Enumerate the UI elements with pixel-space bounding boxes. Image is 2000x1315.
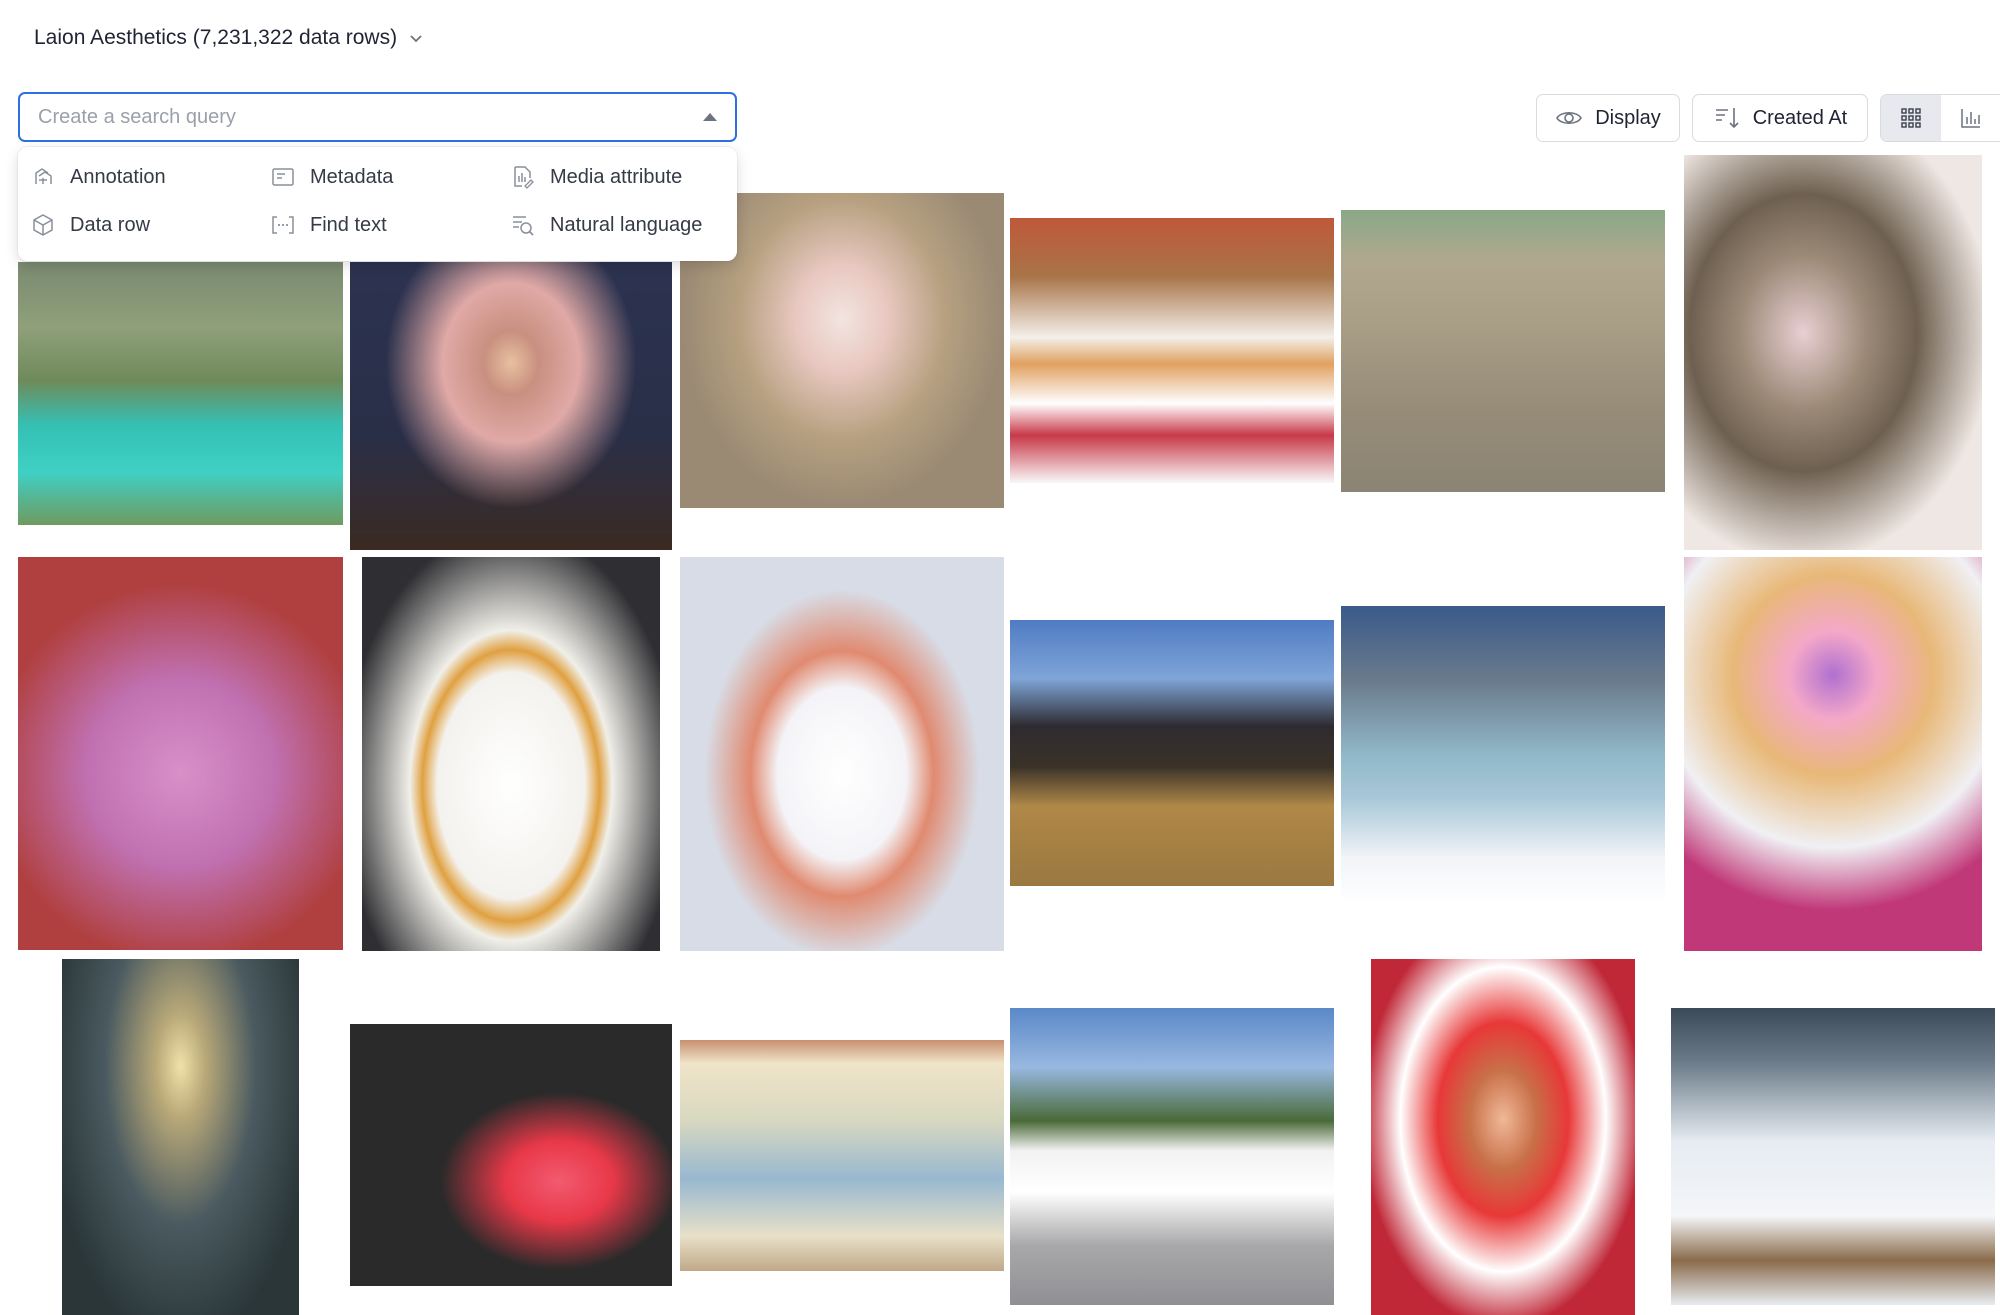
image-tile-watermelon-drink[interactable] — [350, 1024, 672, 1286]
dataset-selector[interactable]: Laion Aesthetics (7,231,322 data rows) — [34, 22, 425, 54]
image-tile-teacup[interactable] — [680, 557, 1004, 951]
grid-view-icon — [1901, 108, 1921, 128]
search-query-box[interactable] — [18, 92, 737, 142]
eye-icon — [1556, 111, 1583, 125]
metadata-icon — [272, 168, 294, 186]
image-tile-religious-painting[interactable] — [62, 959, 299, 1315]
search-input[interactable] — [38, 105, 703, 129]
image-tile-shed[interactable] — [1341, 210, 1665, 492]
menu-item-data-row[interactable]: Data row — [30, 209, 150, 241]
menu-item-media-attribute[interactable]: Media attribute — [510, 161, 682, 193]
image-tile-vintage-car-snow[interactable] — [1341, 606, 1665, 903]
data-row-icon — [33, 214, 53, 236]
image-tile-cupcake[interactable] — [1684, 557, 1982, 951]
image-tile-gorge-river[interactable] — [18, 262, 343, 525]
display-button[interactable]: Display — [1536, 94, 1680, 142]
sort-icon — [1715, 108, 1739, 129]
annotation-icon — [35, 168, 52, 184]
chart-view-icon — [1961, 109, 1980, 128]
image-tile-child-portrait[interactable] — [350, 262, 672, 550]
menu-item-metadata[interactable]: Metadata — [270, 161, 393, 193]
find-text-icon — [272, 216, 294, 234]
grid-view-button[interactable] — [1881, 95, 1941, 141]
image-tile-white-truck[interactable] — [1010, 1008, 1334, 1305]
sort-button[interactable]: Created At — [1692, 94, 1868, 142]
image-tile-snowshoe-hiker[interactable] — [1671, 1008, 1995, 1305]
chart-view-button[interactable] — [1941, 95, 2000, 141]
search-filter-menu: Annotation Metadata Media attribute Data… — [18, 147, 737, 261]
dataset-title: Laion Aesthetics (7,231,322 data rows) — [34, 26, 398, 49]
caret-up-icon[interactable] — [703, 113, 717, 121]
menu-item-natural-language[interactable]: Natural language — [510, 209, 702, 241]
natural-language-icon — [513, 216, 534, 236]
menu-item-annotation[interactable]: Annotation — [30, 161, 166, 193]
image-tile-birthday-cake[interactable] — [362, 557, 660, 951]
media-attribute-icon — [514, 166, 534, 189]
image-tile-sleeping-baby[interactable] — [1684, 155, 1982, 550]
menu-item-find-text[interactable]: Find text — [270, 209, 387, 241]
chevron-down-icon — [410, 35, 422, 43]
image-tile-crochet-poncho[interactable] — [18, 557, 343, 950]
image-tile-rag-doll[interactable] — [1371, 959, 1635, 1315]
image-tile-buffet[interactable] — [1010, 218, 1334, 483]
image-tile-vintage-postcard[interactable] — [680, 1040, 1004, 1271]
image-tile-easter-eggs[interactable] — [1010, 620, 1334, 886]
view-mode-toggle — [1880, 94, 2000, 142]
